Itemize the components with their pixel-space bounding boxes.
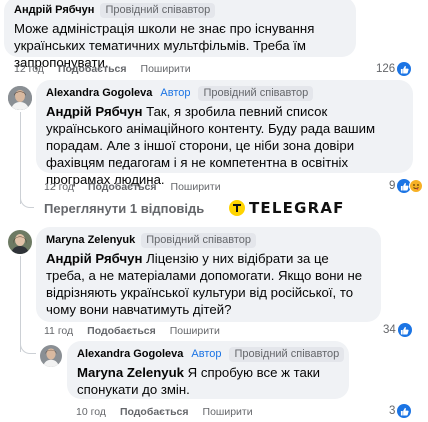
comment-text: Андрій Рябчун Так, я зробила певний спис… — [46, 103, 403, 188]
reaction-summary[interactable]: 126 — [376, 62, 412, 76]
comment-author[interactable]: Maryna Zelenyuk — [46, 234, 135, 246]
comment-time[interactable]: 10 год — [76, 406, 106, 418]
badge-top-contributor: Провідний співавтор — [100, 2, 216, 18]
comment-header: Maryna Zelenyuk Провідний співавтор — [46, 232, 371, 248]
like-button[interactable]: Подобається — [87, 325, 156, 337]
reaction-count: 9 — [389, 180, 396, 192]
comment-header: Alexandra Gogoleva Автор Провідний співа… — [77, 346, 345, 362]
reaction-count: 34 — [383, 324, 396, 336]
share-button[interactable]: Поширити — [171, 181, 221, 193]
reaction-summary[interactable]: 34 — [383, 323, 412, 337]
comment-actions: 12 год Подобається Поширити — [14, 63, 191, 75]
comment-time[interactable]: 12 год — [44, 181, 74, 193]
mention-link[interactable]: Андрій Рябчун — [46, 104, 142, 119]
comment-text: Maryna Zelenyuk Я спробую все ж таки спо… — [77, 364, 339, 398]
comment-header: Alexandra Gogoleva Автор Провідний співа… — [46, 85, 403, 101]
thread-line — [20, 256, 21, 352]
mention-link[interactable]: Maryna Zelenyuk — [77, 365, 184, 380]
like-icon — [397, 404, 412, 418]
avatar[interactable] — [40, 345, 62, 367]
avatar[interactable] — [8, 86, 32, 110]
reaction-summary[interactable]: 3 — [389, 404, 412, 418]
like-button[interactable]: Подобається — [58, 63, 127, 75]
share-button[interactable]: Поширити — [141, 63, 191, 75]
comment-actions: 12 год Подобається Поширити — [44, 181, 221, 193]
watermark: TELEGRAF — [229, 199, 345, 217]
comment-bubble: Maryna Zelenyuk Провідний співавтор Андр… — [36, 227, 381, 322]
comment-author[interactable]: Alexandra Gogoleva — [46, 87, 152, 99]
comment-bubble: Андрій Рябчун Провідний співавтор Може а… — [4, 0, 356, 70]
thread-line — [20, 112, 21, 204]
badge-top-contributor: Провідний співавтор — [229, 346, 345, 362]
comment-actions: 10 год Подобається Поширити — [76, 406, 253, 418]
comment-bubble: Alexandra Gogoleva Автор Провідний співа… — [36, 80, 413, 187]
comment-time[interactable]: 12 год — [14, 63, 44, 75]
comment-actions: 11 год Подобається Поширити — [44, 325, 220, 337]
reaction-count: 3 — [389, 405, 396, 417]
watermark-text: TELEGRAF — [249, 199, 345, 217]
badge-top-contributor: Провідний співавтор — [198, 85, 314, 101]
telegraf-logo-icon — [229, 200, 245, 216]
like-button[interactable]: Подобається — [120, 406, 189, 418]
author-label: Автор — [160, 86, 191, 99]
comment-author[interactable]: Alexandra Gogoleva — [77, 348, 183, 360]
like-button[interactable]: Подобається — [88, 181, 157, 193]
share-button[interactable]: Поширити — [170, 325, 220, 337]
view-replies-link[interactable]: Переглянути 1 відповідь — [44, 201, 204, 216]
comment-author[interactable]: Андрій Рябчун — [14, 4, 94, 16]
thread-connector — [20, 342, 36, 354]
author-label: Автор — [191, 347, 222, 360]
avatar[interactable] — [8, 230, 32, 254]
mention-link[interactable]: Андрій Рябчун — [46, 251, 142, 266]
like-icon — [397, 62, 412, 76]
comment-header: Андрій Рябчун Провідний співавтор — [14, 2, 346, 18]
badge-top-contributor: Провідний співавтор — [141, 232, 257, 248]
care-icon — [409, 179, 424, 193]
reaction-count: 126 — [376, 63, 396, 75]
comment-text: Андрій Рябчун Ліцензію у них відібрати з… — [46, 250, 371, 318]
comment-time[interactable]: 11 год — [44, 325, 73, 337]
reaction-summary[interactable]: 9 — [389, 179, 424, 193]
share-button[interactable]: Поширити — [203, 406, 253, 418]
comment-bubble: Alexandra Gogoleva Автор Провідний співа… — [67, 341, 349, 399]
like-icon — [397, 323, 412, 337]
thread-connector — [20, 196, 34, 208]
